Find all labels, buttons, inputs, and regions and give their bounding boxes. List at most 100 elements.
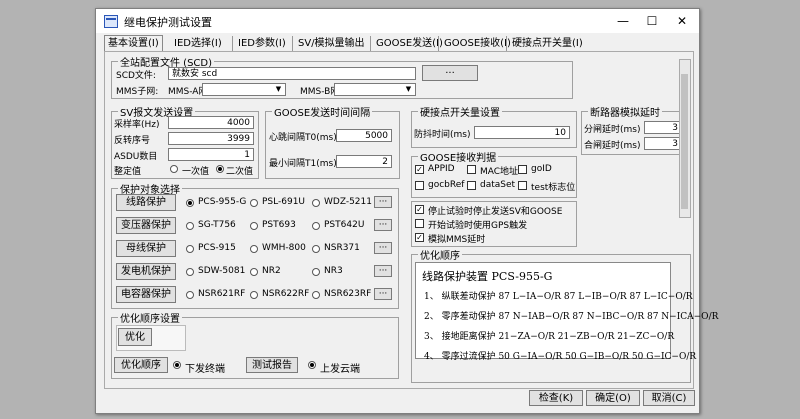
- protect-device-radio[interactable]: [186, 222, 194, 230]
- protect-more-button[interactable]: ···: [374, 219, 392, 231]
- tab-ied-params[interactable]: IED参数(I): [232, 36, 286, 51]
- protect-device-radio[interactable]: [250, 245, 258, 253]
- sv-primary-label: 一次值: [182, 167, 210, 177]
- protect-category-button[interactable]: 变压器保护: [116, 217, 176, 234]
- test-report-button[interactable]: 测试报告: [246, 357, 298, 373]
- protect-more-button[interactable]: ···: [374, 288, 392, 300]
- scd-browse-button[interactable]: ···: [422, 65, 478, 81]
- goose-interval-group: GOOSE发送时间间隔 心跳间隔T0(ms) 5000 最小间隔T1(ms) 2: [265, 104, 400, 179]
- protect-device-radio[interactable]: [186, 268, 194, 276]
- optlist-line: 1、 纵联差动保护 87 L−IA−O/R 87 L−IB−O/R 87 L−I…: [424, 292, 693, 302]
- protect-more-button[interactable]: ···: [374, 196, 392, 208]
- gps-trigger-label: 开始试验时使用GPS触发: [428, 221, 528, 231]
- protect-device-label: NR2: [262, 266, 281, 276]
- breaker-group: 断路器模拟延时 分闸延时(ms) 3 合闸延时(ms) 3: [581, 104, 689, 155]
- protect-device-radio[interactable]: [186, 291, 194, 299]
- breaker-close-input[interactable]: 3: [644, 137, 682, 150]
- tab-goose-send[interactable]: GOOSE发送(I): [370, 36, 443, 51]
- optlist-line: 3、 接地距离保护 21−ZA−O/R 21−ZB−O/R 21−ZC−O/R: [424, 332, 675, 342]
- sv-primary-radio[interactable]: [170, 165, 178, 173]
- protect-device-radio[interactable]: [312, 291, 320, 299]
- sv-set-label: 整定值: [114, 167, 142, 177]
- protect-more-button[interactable]: ···: [374, 242, 392, 254]
- protect-device-radio[interactable]: [250, 268, 258, 276]
- window-title: 继电保护测试设置: [124, 16, 212, 29]
- mms-a-dropdown[interactable]: ▼: [202, 83, 286, 96]
- goose-t1-input[interactable]: 2: [336, 155, 392, 168]
- tab-goose-recv[interactable]: GOOSE接收(I): [438, 36, 511, 51]
- close-button[interactable]: ✕: [667, 9, 697, 33]
- protect-device-radio[interactable]: [312, 199, 320, 207]
- tab-hard-contact[interactable]: 硬接点开关量(I): [506, 36, 583, 51]
- chevron-down-icon: ▼: [405, 85, 412, 93]
- gps-trigger-checkbox[interactable]: [415, 219, 424, 228]
- protect-device-label: SDW-5081: [198, 266, 246, 276]
- sv-asdu-input[interactable]: 1: [168, 148, 254, 161]
- test-flag-checkbox[interactable]: [518, 181, 527, 190]
- tab-basic[interactable]: 基本设置(I): [104, 35, 163, 51]
- protect-category-button[interactable]: 线路保护: [116, 194, 176, 211]
- gocbref-checkbox[interactable]: [415, 181, 424, 190]
- mms-b-dropdown[interactable]: ▼: [334, 83, 416, 96]
- upload-cloud-radio[interactable]: [308, 361, 316, 369]
- protect-device-label: SG-T756: [198, 220, 236, 230]
- protect-category-button[interactable]: 电容器保护: [116, 286, 176, 303]
- minimize-button[interactable]: —: [608, 9, 638, 33]
- check-button[interactable]: 检查(K): [529, 390, 583, 406]
- stop-sv-goose-checkbox[interactable]: ✓: [415, 205, 424, 214]
- sv-seq-input[interactable]: 3999: [168, 132, 254, 145]
- protect-device-radio[interactable]: [186, 199, 194, 207]
- settings-window: 继电保护测试设置 — ☐ ✕ 基本设置(I) IED选择(I) IED参数(I)…: [95, 8, 718, 414]
- sv-secondary-label: 二次值: [226, 167, 254, 177]
- scd-group: 全站配置文件 (SCD) SCD文件: 就数安 scd ··· MMS子网: M…: [111, 54, 573, 99]
- protect-device-radio[interactable]: [312, 268, 320, 276]
- appid-checkbox[interactable]: ✓: [415, 165, 424, 174]
- cancel-button[interactable]: 取消(C): [643, 390, 695, 406]
- vertical-scrollbar[interactable]: [679, 59, 691, 218]
- send-terminal-radio[interactable]: [173, 361, 181, 369]
- goose-t0-input[interactable]: 5000: [336, 129, 392, 142]
- scrollbar-thumb[interactable]: [681, 74, 688, 209]
- optimize-area: 优化: [116, 325, 186, 351]
- scd-file-input[interactable]: 就数安 scd: [168, 67, 416, 80]
- debounce-input[interactable]: 10: [474, 126, 570, 139]
- protect-device-label: NSR623RF: [324, 289, 372, 299]
- protect-device-label: NSR621RF: [198, 289, 246, 299]
- protect-device-label: PCS-915: [198, 243, 236, 253]
- protect-device-radio[interactable]: [250, 199, 258, 207]
- mms-delay-checkbox[interactable]: ✓: [415, 233, 424, 242]
- sv-secondary-radio[interactable]: [216, 165, 224, 173]
- mac-checkbox[interactable]: [467, 165, 476, 174]
- protect-device-label: WMH-800: [262, 243, 306, 253]
- tab-ied-select[interactable]: IED选择(I): [174, 36, 222, 51]
- goid-label: goID: [531, 164, 552, 174]
- ok-button[interactable]: 确定(O): [586, 390, 640, 406]
- dataset-checkbox[interactable]: [467, 181, 476, 190]
- protect-category-button[interactable]: 母线保护: [116, 240, 176, 257]
- goose-t0-label: 心跳间隔T0(ms): [269, 133, 337, 143]
- breaker-open-input[interactable]: 3: [644, 121, 682, 134]
- tab-sv-output[interactable]: SV/模拟量输出: [292, 36, 365, 51]
- optlist-group-label: 优化顺序: [418, 247, 462, 262]
- order-button[interactable]: 优化顺序: [114, 357, 168, 373]
- protect-device-label: NSR622RF: [262, 289, 310, 299]
- protect-device-radio[interactable]: [312, 245, 320, 253]
- protect-device-radio[interactable]: [312, 222, 320, 230]
- protect-device-radio[interactable]: [250, 291, 258, 299]
- protect-category-button[interactable]: 发电机保护: [116, 263, 176, 280]
- sv-rate-label: 采样率(Hz): [114, 120, 160, 130]
- sv-rate-input[interactable]: 4000: [168, 116, 254, 129]
- optimize-button[interactable]: 优化: [118, 328, 152, 346]
- protect-device-label: PSL-691U: [262, 197, 306, 207]
- appid-label: APPID: [428, 164, 455, 174]
- maximize-button[interactable]: ☐: [637, 9, 667, 33]
- scd-file-label: SCD文件:: [116, 71, 156, 81]
- protect-device-radio[interactable]: [186, 245, 194, 253]
- test-flag-label: test标志位: [531, 183, 576, 193]
- protect-more-button[interactable]: ···: [374, 265, 392, 277]
- goid-checkbox[interactable]: [518, 165, 527, 174]
- protect-device-radio[interactable]: [250, 222, 258, 230]
- protect-device-label: WDZ-5211: [324, 197, 372, 207]
- gocbref-label: gocbRef: [428, 180, 465, 190]
- dataset-label: dataSet: [480, 180, 516, 190]
